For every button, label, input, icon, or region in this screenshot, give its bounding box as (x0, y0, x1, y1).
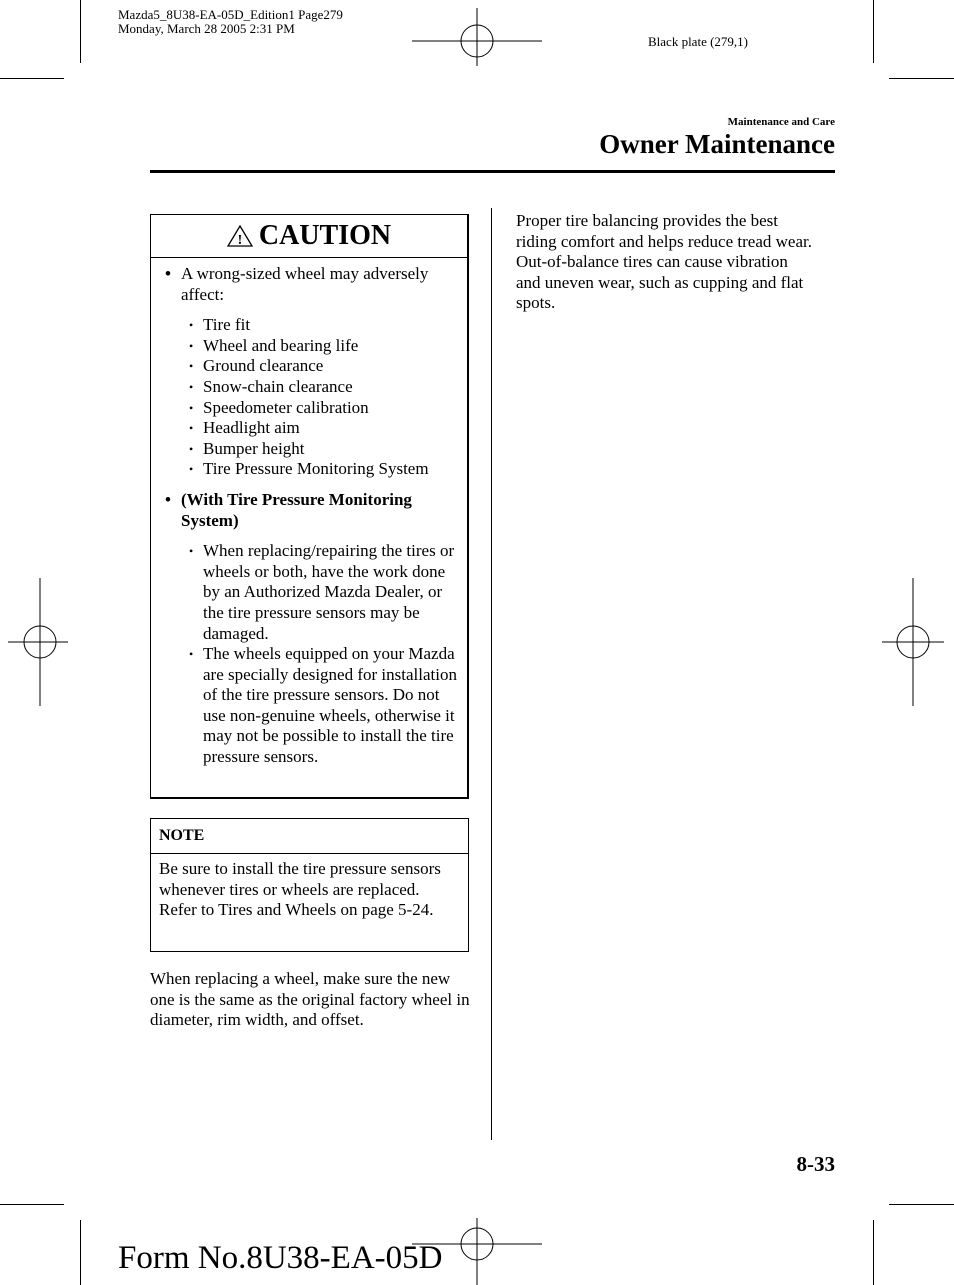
caution-subitem: Snow-chain clearance (159, 377, 459, 398)
caution-subitem: Tire Pressure Monitoring System (159, 459, 459, 480)
print-date-line: Monday, March 28 2005 2:31 PM (118, 21, 295, 36)
note-body: Be sure to install the tire pressure sen… (159, 859, 441, 920)
caution-subitem: Tire fit (159, 315, 459, 336)
caution-heading: CAUTION (258, 220, 392, 251)
note-heading: NOTE (151, 819, 468, 854)
caution-subitem: Bumper height (159, 439, 459, 460)
caution-item: (With Tire Pressure Monitoring System) (159, 490, 459, 531)
crop-mark (889, 1204, 954, 1205)
caution-box: ! CAUTION A wrong-sized wheel may advers… (150, 214, 469, 799)
svg-text:!: ! (238, 233, 243, 248)
plate-label: Black plate (279,1) (648, 34, 748, 49)
form-number: Form No.8U38-EA-05D (118, 1240, 443, 1276)
print-header: Mazda5_8U38-EA-05D_Edition1 Page279 Mond… (118, 8, 343, 36)
caution-body: A wrong-sized wheel may adversely affect… (151, 258, 467, 768)
registration-mark-left (8, 578, 68, 706)
crop-mark (889, 78, 954, 79)
warning-triangle-icon: ! (226, 224, 253, 248)
crop-mark (0, 1204, 64, 1205)
page-title: Owner Maintenance (599, 129, 835, 159)
wheel-replacement-paragraph: When replacing a wheel, make sure the ne… (150, 969, 470, 1030)
caution-subitem: The wheels equipped on your Mazda are sp… (159, 644, 459, 768)
tire-balancing-paragraph: Proper tire balancing provides the best … (516, 211, 812, 313)
caution-subitem: Headlight aim (159, 418, 459, 439)
caution-subitem: Speedometer calibration (159, 398, 459, 419)
crop-mark (873, 1220, 874, 1285)
crop-mark (0, 78, 64, 79)
registration-mark-right (882, 578, 944, 706)
crop-mark (80, 0, 81, 63)
page-number: 8-33 (796, 1152, 836, 1176)
caution-header: ! CAUTION (151, 215, 467, 258)
crop-mark (873, 0, 874, 63)
note-box: NOTE Be sure to install the tire pressur… (150, 818, 469, 952)
column-divider (491, 208, 492, 1140)
print-file-line: Mazda5_8U38-EA-05D_Edition1 Page279 (118, 7, 343, 22)
caution-subitem: Wheel and bearing life (159, 336, 459, 357)
caution-subitem: Ground clearance (159, 356, 459, 377)
registration-mark-top (412, 8, 542, 66)
title-rule (150, 170, 835, 173)
crop-mark (80, 1220, 81, 1285)
caution-item: A wrong-sized wheel may adversely affect… (159, 264, 459, 305)
section-label: Maintenance and Care (727, 116, 835, 128)
caution-subitem: When replacing/repairing the tires or wh… (159, 541, 459, 644)
